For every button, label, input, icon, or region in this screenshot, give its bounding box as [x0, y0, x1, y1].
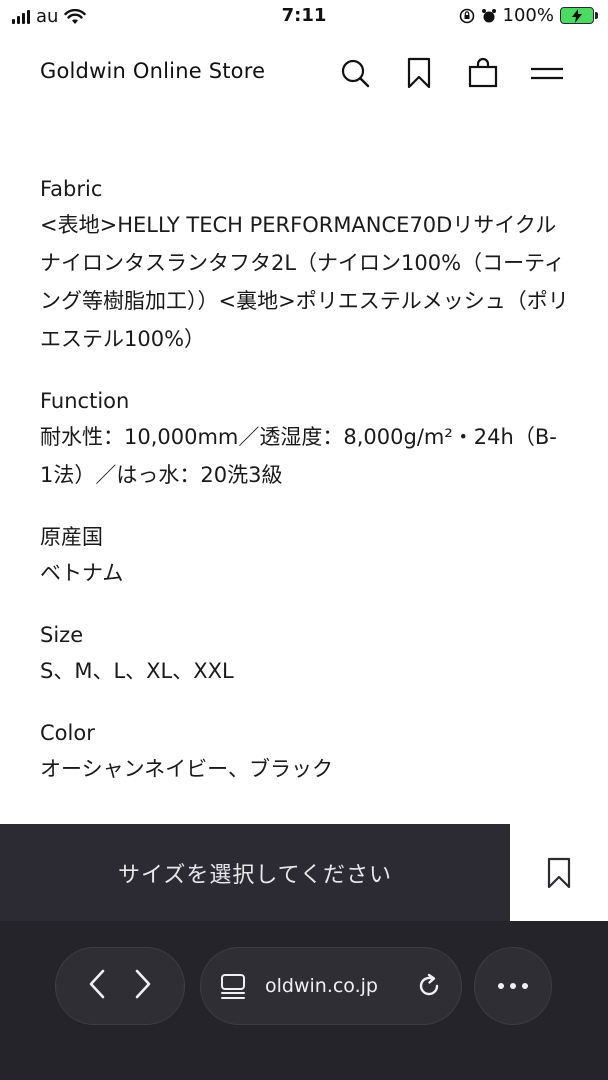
spec-label: Function [40, 389, 130, 413]
bookmark-icon[interactable] [402, 56, 436, 90]
spec-label: Color [40, 721, 95, 745]
spec-value: 耐水性：10,000mm／透湿度：8,000g/m²・24h（B-1法）／はっ水… [40, 425, 557, 487]
menu-icon[interactable] [530, 56, 564, 90]
chevron-right-icon [135, 969, 151, 999]
search-icon[interactable] [338, 56, 372, 90]
chevron-left-icon [89, 969, 105, 999]
shopping-bag-icon[interactable] [466, 56, 500, 90]
status-right: 100% [459, 5, 598, 26]
more-button[interactable] [474, 947, 552, 1025]
site-header: Goldwin Online Store [0, 48, 608, 98]
favorite-button[interactable] [510, 824, 608, 921]
spec-label: Size [40, 623, 84, 647]
spec-label: Fabric [40, 177, 103, 201]
url-text: oldwin.co.jp [265, 975, 378, 997]
spec-color: Color オーシャンネイビー、ブラック [40, 716, 570, 788]
battery-percent: 100% [502, 5, 554, 26]
spec-value: S、M、L、XL、XXL [40, 659, 234, 683]
bookmark-icon [547, 857, 571, 888]
brand-logo[interactable]: Goldwin Online Store [40, 59, 265, 83]
spec-value: ベトナム [40, 561, 124, 585]
more-icon [498, 983, 528, 989]
spec-label: 原産国 [40, 525, 103, 549]
back-button[interactable] [87, 968, 107, 1004]
spec-fabric: Fabric <表地>HELLY TECH PERFORMANCE70Dリサイク… [40, 172, 570, 358]
spec-function: Function 耐水性：10,000mm／透湿度：8,000g/m²・24h（… [40, 384, 570, 494]
size-select-label: サイズを選択してください [117, 862, 393, 888]
battery-icon [560, 7, 598, 24]
forward-button[interactable] [133, 968, 153, 1004]
rotation-lock-icon [459, 8, 474, 23]
status-bar: au 7:11 100% [0, 0, 608, 34]
nav-buttons [55, 947, 185, 1025]
spec-value: <表地>HELLY TECH PERFORMANCE70Dリサイクルナイロンタス… [40, 213, 569, 351]
page-menu-icon[interactable] [219, 972, 247, 1000]
spec-value: オーシャンネイビー、ブラック [40, 757, 333, 781]
product-specs: Fabric <表地>HELLY TECH PERFORMANCE70Dリサイク… [40, 172, 570, 814]
size-select-button[interactable]: サイズを選択してください [0, 824, 510, 921]
browser-toolbar: oldwin.co.jp [0, 921, 608, 1080]
address-bar[interactable]: oldwin.co.jp [200, 947, 462, 1025]
spec-origin: 原産国 ベトナム [40, 520, 570, 592]
alarm-icon [481, 8, 496, 22]
spec-size: Size S、M、L、XL、XXL [40, 618, 570, 690]
reload-icon[interactable] [415, 972, 443, 1000]
